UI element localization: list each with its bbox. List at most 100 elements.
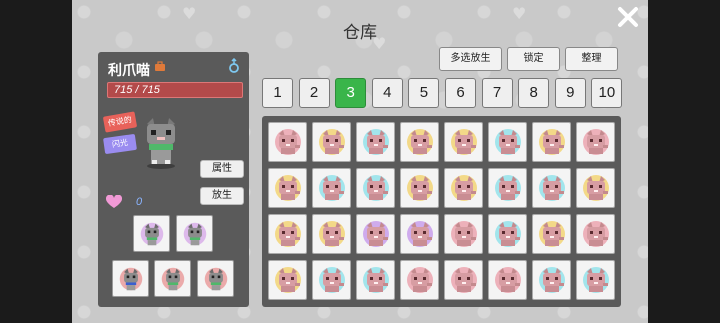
#f2c230-aura-cat-pet-icon bbox=[582, 175, 609, 201]
grey-cat-pet-icon bbox=[183, 222, 206, 245]
page-tab-8[interactable]: 8 bbox=[518, 78, 550, 108]
storage-slot[interactable] bbox=[488, 168, 527, 208]
storage-slot[interactable] bbox=[444, 260, 483, 300]
multi-release-button[interactable]: 多选放生 bbox=[439, 47, 502, 71]
sort-button[interactable]: 整理 bbox=[565, 47, 618, 71]
storage-slot[interactable] bbox=[532, 260, 571, 300]
#f2c230-aura-cat-pet-icon bbox=[450, 175, 477, 201]
#e87a8a-aura-cat-pet-icon bbox=[582, 129, 609, 155]
storage-slot[interactable] bbox=[400, 168, 439, 208]
#f2c230-aura-cat-pet-icon bbox=[318, 221, 345, 247]
pet-cat-sprite bbox=[147, 118, 175, 169]
pet-detail-panel: 利爪喵 715 / 715 传说的 闪光 属性 放生 0 bbox=[98, 52, 249, 307]
#5fd8e6-aura-cat-pet-icon bbox=[494, 129, 521, 155]
storage-slot[interactable] bbox=[268, 168, 307, 208]
#f2c230-aura-cat-pet-icon bbox=[450, 129, 477, 155]
page-tab-9[interactable]: 9 bbox=[554, 78, 586, 108]
storage-grid bbox=[268, 122, 615, 300]
#5fd8e6-aura-cat-pet-icon bbox=[538, 175, 565, 201]
storage-slot[interactable] bbox=[444, 122, 483, 162]
#f2c230-aura-cat-pet-icon bbox=[538, 129, 565, 155]
page-tab-10[interactable]: 10 bbox=[591, 78, 623, 108]
#5fd8e6-aura-cat-pet-icon bbox=[362, 267, 389, 293]
hp-bar: 715 / 715 bbox=[107, 82, 243, 98]
storage-slot[interactable] bbox=[400, 122, 439, 162]
#5fd8e6-aura-cat-pet-icon bbox=[582, 267, 609, 293]
storage-slot[interactable] bbox=[576, 122, 615, 162]
team-pet-slot[interactable] bbox=[112, 260, 149, 297]
page-tab-6[interactable]: 6 bbox=[445, 78, 476, 108]
storage-slot[interactable] bbox=[312, 260, 351, 300]
#f2c230-aura-cat-pet-icon bbox=[274, 221, 301, 247]
storage-grid-panel bbox=[262, 116, 621, 307]
#5fd8e6-aura-cat-pet-icon bbox=[318, 175, 345, 201]
release-button[interactable]: 放生 bbox=[200, 187, 244, 205]
bag-icon[interactable] bbox=[154, 61, 166, 72]
#5fd8e6-aura-cat-pet-icon bbox=[362, 129, 389, 155]
#5fd8e6-aura-cat-pet-icon bbox=[494, 175, 521, 201]
storage-slot[interactable] bbox=[312, 214, 351, 254]
warehouse-screen: ♥ ♥ ♥ 仓库 利爪喵 715 / 715 传说的 闪光 属性 放生 0 多选… bbox=[72, 0, 648, 323]
attributes-button[interactable]: 属性 bbox=[200, 160, 244, 178]
storage-slot[interactable] bbox=[576, 260, 615, 300]
storage-slot[interactable] bbox=[488, 122, 527, 162]
#f2c230-aura-cat-pet-icon bbox=[406, 129, 433, 155]
storage-slot[interactable] bbox=[356, 214, 395, 254]
#e87a8a-aura-cat-pet-icon bbox=[494, 267, 521, 293]
#e87a8a-aura-cat-pet-icon bbox=[450, 221, 477, 247]
storage-slot[interactable] bbox=[356, 260, 395, 300]
storage-slot[interactable] bbox=[268, 214, 307, 254]
#e87a8a-aura-cat-pet-icon bbox=[274, 129, 301, 155]
grey-cat-pet-icon bbox=[140, 222, 163, 245]
#f2c230-aura-cat-pet-icon bbox=[406, 175, 433, 201]
storage-slot[interactable] bbox=[356, 168, 395, 208]
storage-slot[interactable] bbox=[312, 122, 351, 162]
red-cat-pet-icon bbox=[119, 267, 142, 290]
storage-slot[interactable] bbox=[532, 168, 571, 208]
#f2c230-aura-cat-pet-icon bbox=[538, 221, 565, 247]
#e87a8a-aura-cat-pet-icon bbox=[406, 267, 433, 293]
storage-slot[interactable] bbox=[268, 260, 307, 300]
storage-slot[interactable] bbox=[576, 214, 615, 254]
storage-slot[interactable] bbox=[576, 168, 615, 208]
#e87a8a-aura-cat-pet-icon bbox=[582, 221, 609, 247]
storage-slot[interactable] bbox=[444, 168, 483, 208]
hp-text: 715 / 715 bbox=[114, 84, 160, 96]
team-pet-slot[interactable] bbox=[154, 260, 191, 297]
close-button[interactable] bbox=[613, 2, 643, 32]
storage-slot[interactable] bbox=[400, 214, 439, 254]
storage-slot[interactable] bbox=[312, 168, 351, 208]
team-pet-slot[interactable] bbox=[133, 215, 170, 252]
heart-count: 0 bbox=[136, 196, 143, 208]
#5fd8e6-aura-cat-pet-icon bbox=[362, 175, 389, 201]
pet-name: 利爪喵 bbox=[108, 62, 150, 78]
rarity-badge: 传说的 bbox=[102, 111, 138, 133]
storage-slot[interactable] bbox=[268, 122, 307, 162]
storage-slot[interactable] bbox=[400, 260, 439, 300]
page-tab-4[interactable]: 4 bbox=[371, 78, 403, 108]
#5fd8e6-aura-cat-pet-icon bbox=[494, 221, 521, 247]
grey-cat-pet-icon bbox=[204, 267, 227, 290]
page-tab-2[interactable]: 2 bbox=[298, 78, 330, 108]
team-pet-slot[interactable] bbox=[197, 260, 234, 297]
#5fd8e6-aura-cat-pet-icon bbox=[318, 267, 345, 293]
#b070e8-aura-cat-pet-icon bbox=[362, 221, 389, 247]
storage-slot[interactable] bbox=[532, 122, 571, 162]
page-tab-7[interactable]: 7 bbox=[481, 78, 513, 108]
storage-slot[interactable] bbox=[488, 260, 527, 300]
#f2c230-aura-cat-pet-icon bbox=[318, 129, 345, 155]
storage-slot[interactable] bbox=[444, 214, 483, 254]
page-tab-1[interactable]: 1 bbox=[262, 78, 293, 108]
team-pet-slot[interactable] bbox=[176, 215, 213, 252]
female-gender-icon bbox=[229, 58, 239, 73]
shiny-badge: 闪光 bbox=[103, 133, 137, 155]
#b070e8-aura-cat-pet-icon bbox=[406, 221, 433, 247]
page-tab-3[interactable]: 3 bbox=[335, 78, 367, 108]
#e87a8a-aura-cat-pet-icon bbox=[450, 267, 477, 293]
lock-button[interactable]: 锁定 bbox=[507, 47, 560, 71]
storage-slot[interactable] bbox=[356, 122, 395, 162]
storage-slot[interactable] bbox=[532, 214, 571, 254]
storage-slot[interactable] bbox=[488, 214, 527, 254]
close-icon bbox=[618, 7, 638, 27]
page-tab-5[interactable]: 5 bbox=[408, 78, 440, 108]
